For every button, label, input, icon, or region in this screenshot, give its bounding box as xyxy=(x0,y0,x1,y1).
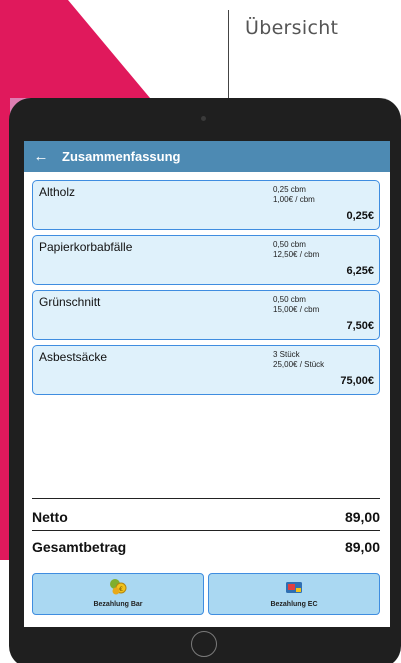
card-icon xyxy=(286,582,302,593)
pay-cash-label: Bezahlung Bar xyxy=(93,601,143,608)
overview-divider xyxy=(228,10,229,100)
gross-label: Gesamtbetrag xyxy=(32,539,127,555)
item-unit-price: 15,00€ / cbm xyxy=(273,305,320,314)
item-unit-price: 12,50€ / cbm xyxy=(273,250,320,259)
home-button[interactable] xyxy=(191,631,217,657)
net-value: 89,00 xyxy=(344,509,380,525)
item-quantity: 0,50 cbm xyxy=(273,240,306,249)
app-bar: ← Zusammenfassung xyxy=(24,141,390,172)
item-name: Papierkorbabfälle xyxy=(39,240,133,254)
item-quantity: 0,50 cbm xyxy=(273,295,306,304)
gross-value: 89,00 xyxy=(344,539,380,555)
page-title: Zusammenfassung xyxy=(62,149,181,164)
coins-icon: € xyxy=(110,579,127,595)
back-arrow-icon[interactable]: ← xyxy=(26,148,56,165)
summary-divider xyxy=(32,530,380,531)
summary-divider xyxy=(32,498,380,499)
item-name: Asbestsäcke xyxy=(39,350,108,364)
pay-ec-label: Bezahlung EC xyxy=(270,601,318,608)
item-card[interactable]: Altholz 0,25 cbm 1,00€ / cbm 0,25€ xyxy=(32,180,380,230)
net-label: Netto xyxy=(32,509,68,525)
item-card[interactable]: Grünschnitt 0,50 cbm 15,00€ / cbm 7,50€ xyxy=(32,290,380,340)
item-quantity: 0,25 cbm xyxy=(273,185,306,194)
item-unit-price: 25,00€ / Stück xyxy=(273,360,325,369)
svg-text:€: € xyxy=(119,586,123,593)
item-total: 7,50€ xyxy=(346,320,374,332)
item-unit-price: 1,00€ / cbm xyxy=(273,195,315,204)
item-name: Altholz xyxy=(39,185,76,199)
item-quantity: 3 Stück xyxy=(273,350,300,359)
item-card[interactable]: Papierkorbabfälle 0,50 cbm 12,50€ / cbm … xyxy=(32,235,380,285)
pay-cash-button[interactable]: € Bezahlung Bar xyxy=(32,573,204,615)
item-total: 6,25€ xyxy=(346,265,374,277)
item-name: Grünschnitt xyxy=(39,295,101,309)
app-screen: ← Zusammenfassung Altholz 0,25 cbm 1,00€… xyxy=(24,141,390,627)
item-total: 0,25€ xyxy=(346,210,374,222)
camera-dot xyxy=(201,116,206,121)
item-card[interactable]: Asbestsäcke 3 Stück 25,00€ / Stück 75,00… xyxy=(32,345,380,395)
pay-ec-button[interactable]: Bezahlung EC xyxy=(208,573,380,615)
item-total: 75,00€ xyxy=(340,375,374,387)
overview-label: Übersicht xyxy=(245,17,339,39)
